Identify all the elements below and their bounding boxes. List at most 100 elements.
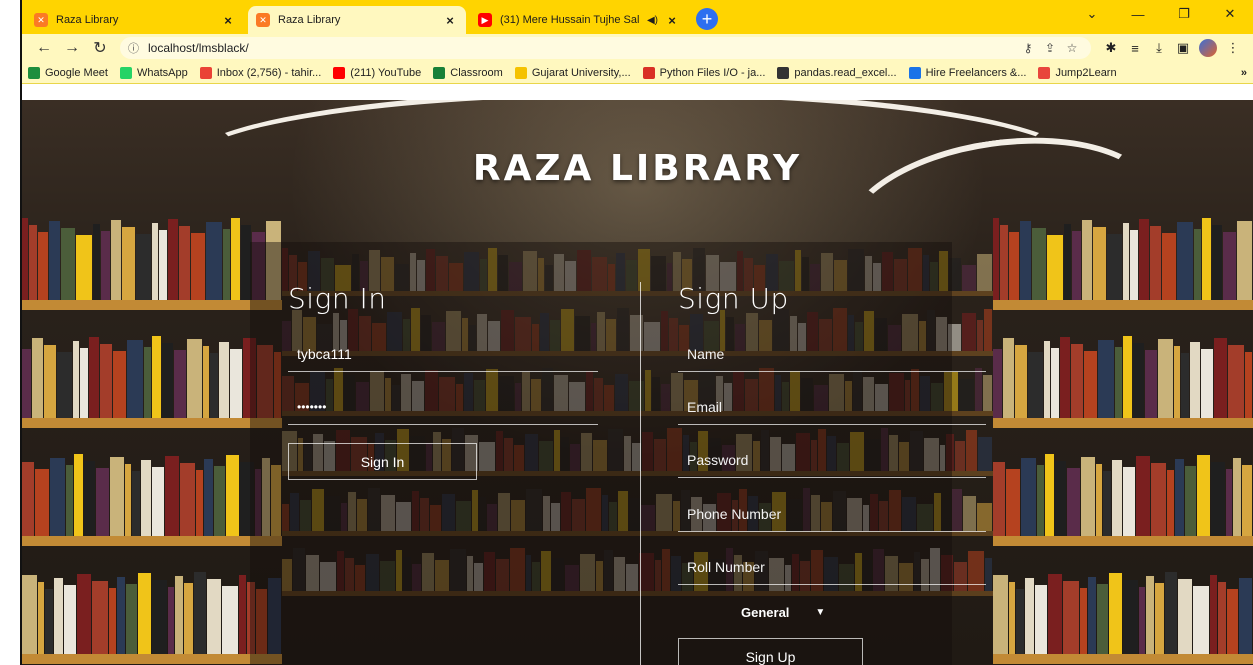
shelf-row (22, 436, 282, 546)
share-icon[interactable]: ⇪ (1039, 41, 1061, 55)
close-icon[interactable]: × (442, 13, 458, 28)
tab-raza-library-2[interactable]: ✕ Raza Library × (248, 6, 466, 34)
info-icon[interactable]: ⓘ (128, 40, 144, 56)
download-icon[interactable]: ⤓ (1147, 40, 1171, 56)
book (80, 348, 88, 428)
signup-password-input[interactable] (678, 442, 986, 478)
bookmark-label: WhatsApp (136, 66, 188, 79)
forward-icon[interactable]: → (58, 39, 86, 57)
book (22, 349, 31, 428)
bookmark-item[interactable]: Inbox (2,756) - tahir... (199, 66, 321, 79)
phone-number-input[interactable] (678, 496, 986, 532)
book (1122, 336, 1132, 428)
bookmark-item[interactable]: (211) YouTube (333, 66, 421, 79)
book (1083, 351, 1098, 428)
bookmark-item[interactable]: Python Files I/O - ja... (642, 66, 766, 79)
bookmark-icon (908, 66, 921, 79)
tab-search-icon[interactable]: ⌄ (1069, 6, 1115, 22)
speaker-icon[interactable]: ◀) (647, 15, 658, 26)
close-icon[interactable]: × (664, 13, 680, 28)
book (993, 462, 1005, 546)
password-input[interactable]: ••••••• (288, 389, 598, 425)
bookmarks-more-icon[interactable]: » (1241, 67, 1247, 79)
tab-raza-library-1[interactable]: ✕ Raza Library × (26, 6, 244, 34)
book (1149, 226, 1162, 310)
signup-heading: Sign Up (678, 282, 789, 315)
book (151, 223, 158, 310)
signin-button[interactable]: Sign In (288, 443, 477, 480)
book (222, 229, 230, 310)
side-panel-icon[interactable]: ▣ (1171, 40, 1195, 56)
book (203, 346, 210, 428)
book (1167, 470, 1175, 546)
book (1223, 232, 1237, 310)
signup-button[interactable]: Sign Up (678, 638, 863, 665)
category-select[interactable]: General ▼ (741, 605, 825, 620)
book (1103, 471, 1112, 546)
menu-icon[interactable]: ⋮ (1221, 40, 1245, 56)
book (178, 226, 191, 310)
bookmark-icon (333, 66, 346, 79)
email-input[interactable] (678, 389, 986, 425)
address-bar[interactable]: ⓘ localhost/lmsblack/ ⚷ ⇪ ☆ (120, 37, 1091, 59)
username-input[interactable]: tybca111 (288, 336, 598, 372)
close-icon[interactable]: × (220, 13, 236, 28)
book (225, 455, 239, 546)
book (53, 578, 64, 664)
profile-avatar[interactable] (1199, 39, 1217, 57)
back-icon[interactable]: ← (30, 39, 58, 57)
restore-icon[interactable]: ❐ (1161, 6, 1207, 22)
roll-number-input[interactable] (678, 549, 986, 585)
book (173, 350, 187, 428)
bookmark-label: Jump2Learn (1055, 66, 1117, 79)
reload-icon[interactable]: ↻ (86, 38, 114, 58)
library-page: RAZA LIBRARY Sign In tybca111 ••••••• Si… (22, 100, 1253, 665)
bookmark-item[interactable]: pandas.read_excel... (777, 66, 897, 79)
book (1226, 469, 1233, 546)
tab-title: Raza Library (278, 14, 341, 26)
book (1115, 347, 1122, 428)
book (1165, 572, 1178, 664)
new-tab-button[interactable]: + (696, 8, 718, 30)
book (204, 459, 214, 546)
book (1233, 458, 1242, 546)
book (1158, 339, 1174, 428)
minimize-icon[interactable]: — (1115, 7, 1161, 22)
book (164, 456, 179, 546)
book (1122, 467, 1135, 546)
reading-list-icon[interactable]: ≡ (1123, 41, 1147, 56)
book (151, 467, 164, 546)
window-controls: ⌄ — ❐ ✕ (1069, 0, 1253, 28)
bookmark-item[interactable]: Classroom (433, 66, 503, 79)
close-window-icon[interactable]: ✕ (1207, 6, 1253, 22)
shelf-row (993, 554, 1253, 664)
book (1213, 338, 1228, 428)
bookmark-item[interactable]: Hire Freelancers &... (908, 66, 1026, 79)
bookmark-item[interactable]: WhatsApp (119, 66, 188, 79)
key-icon[interactable]: ⚷ (1017, 41, 1039, 55)
book (1192, 586, 1209, 664)
book (167, 587, 174, 664)
browser-window: ✕ Raza Library × ✕ Raza Library × ▶ (31)… (22, 0, 1253, 665)
star-icon[interactable]: ☆ (1061, 41, 1083, 55)
book (34, 469, 49, 546)
book (28, 225, 37, 310)
bookmark-label: Python Files I/O - ja... (659, 66, 766, 79)
extensions-icon[interactable]: ✱ (1099, 40, 1123, 56)
tab-youtube[interactable]: ▶ (31) Mere Hussain Tujhe Sal ◀) × (470, 6, 688, 34)
book (1062, 581, 1079, 664)
book (1093, 227, 1107, 310)
book (976, 254, 993, 296)
book (999, 225, 1008, 310)
bookmark-item[interactable]: Google Meet (28, 66, 108, 79)
book (230, 218, 240, 310)
bookmark-item[interactable]: Gujarat University,... (514, 66, 631, 79)
book (77, 574, 91, 664)
book (37, 582, 44, 664)
book (1178, 579, 1192, 664)
book (61, 228, 76, 310)
book (1066, 468, 1080, 546)
bookmark-item[interactable]: Jump2Learn (1038, 66, 1117, 79)
name-input[interactable] (678, 336, 986, 372)
book (1055, 461, 1066, 546)
